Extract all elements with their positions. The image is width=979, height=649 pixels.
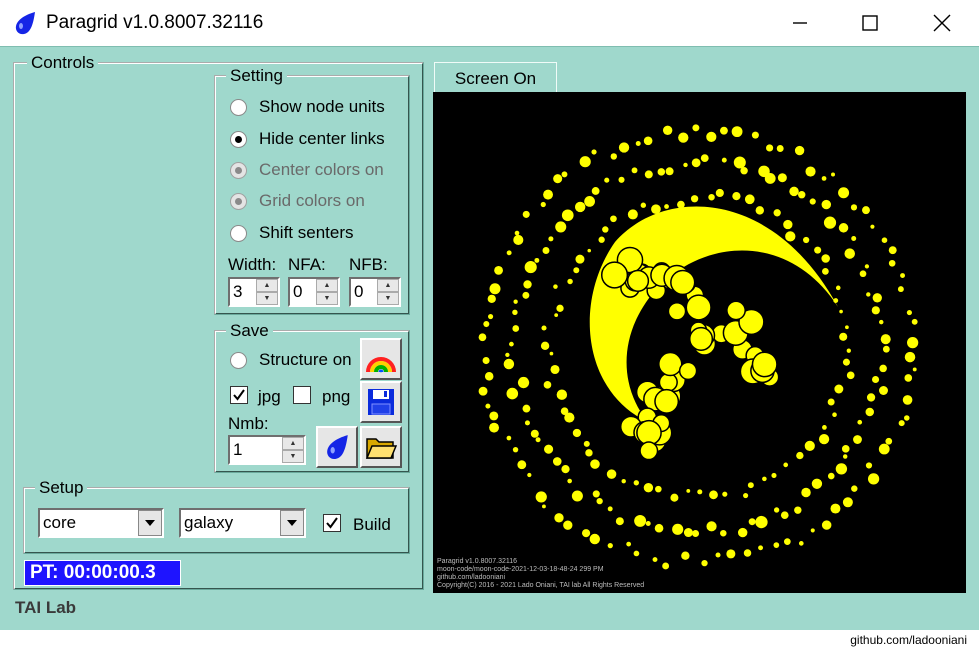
- jpg-checkbox[interactable]: [230, 386, 248, 404]
- drop-button[interactable]: [316, 426, 358, 468]
- setting-group: Setting Show node units Hide center link…: [214, 66, 410, 315]
- app-drop-icon: [15, 12, 35, 35]
- nmb-stepper[interactable]: 1 ▲ ▼: [228, 435, 306, 465]
- radio-hide-center-links[interactable]: Hide center links: [230, 129, 385, 149]
- png-checkbox[interactable]: [293, 386, 311, 404]
- nfb-value[interactable]: 0: [351, 279, 377, 305]
- radio-button[interactable]: [230, 224, 247, 242]
- radio-shift-senters[interactable]: Shift senters: [230, 223, 354, 243]
- footer-label: TAI Lab: [15, 598, 77, 617]
- minimize-button[interactable]: [765, 0, 835, 46]
- pattern-select-value[interactable]: galaxy: [181, 510, 280, 536]
- close-icon: [933, 14, 951, 32]
- stepper-up-icon[interactable]: ▲: [256, 279, 278, 292]
- open-folder-button[interactable]: [360, 426, 402, 468]
- radio-label: Grid colors on: [259, 191, 365, 210]
- nfb-stepper[interactable]: 0 ▲ ▼: [349, 277, 401, 307]
- folder-icon: [365, 438, 397, 459]
- floppy-disk-icon: [368, 389, 394, 415]
- save-file-button[interactable]: [360, 381, 402, 423]
- note-line: github.com/ladooniani: [437, 574, 506, 581]
- setup-group: Setup core galaxy Build: [23, 478, 410, 554]
- chevron-down-icon[interactable]: [280, 510, 304, 536]
- nfa-stepper[interactable]: 0 ▲ ▼: [288, 277, 340, 307]
- save-group: Save Structure on jpg png Nmb: 1 ▲ ▼: [214, 321, 410, 473]
- note-line: moon-code/moon-code-2021-12-03-18-48-24 …: [437, 566, 604, 573]
- pattern-select[interactable]: galaxy: [179, 508, 306, 538]
- radio-label: Shift senters: [259, 223, 354, 242]
- check-icon: [233, 389, 245, 401]
- mode-select[interactable]: core: [38, 508, 164, 538]
- mode-select-value[interactable]: core: [40, 510, 138, 536]
- radio-label: Structure on: [259, 350, 352, 369]
- radio-label: Hide center links: [259, 129, 385, 148]
- tab-screen-on[interactable]: Screen On: [434, 62, 557, 92]
- stepper-up-icon[interactable]: ▲: [316, 279, 338, 292]
- render-canvas: Paragrid v1.0.8007.32116 moon-code/moon-…: [433, 92, 966, 593]
- radio-button[interactable]: [230, 98, 247, 116]
- nfa-value[interactable]: 0: [290, 279, 316, 305]
- radio-button[interactable]: [230, 351, 247, 369]
- maximize-icon: [862, 15, 878, 31]
- radio-structure-on[interactable]: Structure on: [230, 350, 352, 370]
- width-value[interactable]: 3: [230, 279, 256, 305]
- maximize-button[interactable]: [835, 0, 905, 46]
- chevron-down-icon[interactable]: [138, 510, 162, 536]
- png-label: png: [322, 387, 351, 406]
- build-label: Build: [353, 515, 391, 534]
- stepper-down-icon[interactable]: ▼: [316, 292, 338, 305]
- nmb-label: Nmb:: [228, 414, 269, 433]
- stepper-down-icon[interactable]: ▼: [282, 450, 304, 463]
- close-button[interactable]: [907, 0, 977, 46]
- note-line: Copyright(C) 2016 - 2021 Lado Oniani, TA…: [437, 582, 645, 589]
- setting-legend: Setting: [226, 66, 287, 86]
- radio-center-colors-on: Center colors on: [230, 160, 384, 180]
- radio-label: Show node units: [259, 97, 385, 116]
- rainbow-button[interactable]: [360, 338, 402, 380]
- nmb-value[interactable]: 1: [230, 437, 282, 463]
- radio-button: [230, 192, 247, 210]
- radio-grid-colors-on: Grid colors on: [230, 191, 365, 211]
- bottom-strip: [0, 630, 979, 649]
- jpg-label: jpg: [258, 387, 281, 406]
- setup-legend: Setup: [35, 478, 88, 498]
- controls-legend: Controls: [27, 53, 99, 73]
- rainbow-icon: [366, 357, 396, 373]
- nfa-label: NFA:: [288, 255, 326, 274]
- title-bar: Paragrid v1.0.8007.32116: [0, 0, 979, 46]
- note-line: Paragrid v1.0.8007.32116: [437, 558, 518, 565]
- radio-button: [230, 161, 247, 179]
- width-stepper[interactable]: 3 ▲ ▼: [228, 277, 280, 307]
- blue-drop-icon: [327, 435, 348, 460]
- width-label: Width:: [228, 255, 277, 274]
- stepper-down-icon[interactable]: ▼: [256, 292, 278, 305]
- build-checkbox[interactable]: [323, 514, 341, 532]
- stepper-down-icon[interactable]: ▼: [377, 292, 399, 305]
- moon-artwork: [478, 124, 919, 570]
- screen-notes: Paragrid v1.0.8007.32116 moon-code/moon-…: [437, 558, 644, 590]
- radio-button[interactable]: [230, 130, 247, 148]
- radio-label: Center colors on: [259, 160, 384, 179]
- radio-show-node-units[interactable]: Show node units: [230, 97, 385, 117]
- stepper-up-icon[interactable]: ▲: [377, 279, 399, 292]
- pt-timer: PT: 00:00:00.3: [24, 560, 181, 586]
- save-legend: Save: [226, 321, 273, 341]
- window-title: Paragrid v1.0.8007.32116: [46, 12, 264, 33]
- nfb-label: NFB:: [349, 255, 388, 274]
- stepper-up-icon[interactable]: ▲: [282, 437, 304, 450]
- check-icon: [326, 517, 338, 529]
- credit-text: github.com/ladooniani: [850, 633, 967, 647]
- minimize-icon: [793, 22, 807, 24]
